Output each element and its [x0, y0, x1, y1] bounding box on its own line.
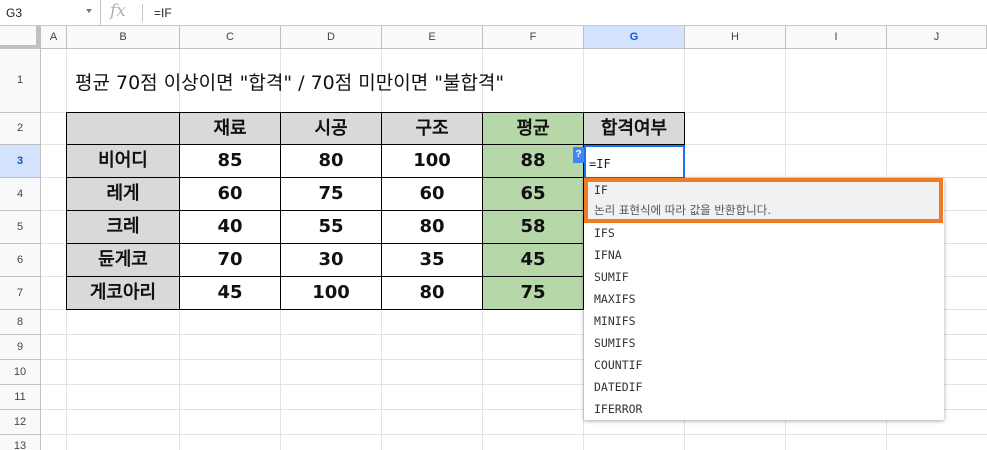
- table-cell-structure[interactable]: 60: [382, 178, 483, 211]
- freeze-row-handle[interactable]: [0, 45, 40, 48]
- autocomplete-item[interactable]: SUMIF: [594, 270, 629, 284]
- autocomplete-function-description: 논리 표현식에 따라 값을 반환합니다.: [594, 203, 771, 217]
- gridline: [41, 434, 987, 435]
- table-cell-structure[interactable]: 100: [382, 145, 483, 178]
- table-cell-material[interactable]: 85: [180, 145, 281, 178]
- column-header-g[interactable]: G: [584, 26, 685, 49]
- table-cell-construction[interactable]: 30: [281, 244, 382, 277]
- row-header-12[interactable]: 12: [0, 410, 41, 435]
- table-cell-material[interactable]: 40: [180, 211, 281, 244]
- table-cell-average[interactable]: 75: [483, 277, 584, 310]
- table-header-empty[interactable]: [67, 113, 180, 145]
- fx-icon: fx: [110, 1, 126, 21]
- autocomplete-item[interactable]: DATEDIF: [594, 380, 642, 394]
- column-header-h[interactable]: H: [685, 26, 786, 49]
- column-header-d[interactable]: D: [281, 26, 382, 49]
- table-cell-material[interactable]: 60: [180, 178, 281, 211]
- row-header-11[interactable]: 11: [0, 385, 41, 410]
- row-header-2[interactable]: 2: [0, 113, 41, 145]
- table-cell-average[interactable]: 58: [483, 211, 584, 244]
- formula-autocomplete-dropdown: IF 논리 표현식에 따라 값을 반환합니다. IFS IFNA SUMIF M…: [584, 178, 944, 420]
- table-cell-average[interactable]: 65: [483, 178, 584, 211]
- table-header-structure[interactable]: 구조: [382, 113, 483, 145]
- table-cell-material[interactable]: 70: [180, 244, 281, 277]
- row-header-7[interactable]: 7: [0, 277, 41, 310]
- autocomplete-item[interactable]: COUNTIF: [594, 358, 642, 372]
- select-all-corner[interactable]: [0, 26, 41, 49]
- column-header-b[interactable]: B: [67, 26, 180, 49]
- chevron-down-icon[interactable]: [86, 9, 92, 13]
- row-header-3[interactable]: 3: [0, 145, 41, 178]
- table-header-average[interactable]: 평균: [483, 113, 584, 145]
- table-header-pass-status[interactable]: 합격여부: [584, 113, 685, 145]
- row-header-6[interactable]: 6: [0, 244, 41, 277]
- table-row-name[interactable]: 크레: [67, 211, 180, 244]
- row-header-5[interactable]: 5: [0, 211, 41, 244]
- column-header-i[interactable]: I: [786, 26, 887, 49]
- autocomplete-function-name: IF: [594, 183, 608, 197]
- sheet-title[interactable]: 평균 70점 이상이면 "합격" / 70점 미만이면 "불합격": [75, 68, 504, 95]
- active-cell-text: =IF: [589, 157, 611, 171]
- table-cell-construction[interactable]: 75: [281, 178, 382, 211]
- autocomplete-item-highlighted[interactable]: IF 논리 표현식에 따라 값을 반환합니다.: [584, 178, 943, 223]
- row-header-8[interactable]: 8: [0, 310, 41, 335]
- name-box[interactable]: G3: [0, 0, 101, 26]
- autocomplete-item[interactable]: MINIFS: [594, 314, 636, 328]
- column-header-a[interactable]: A: [41, 26, 67, 49]
- formula-bar: G3 fx =IF: [0, 0, 987, 26]
- table-cell-structure[interactable]: 80: [382, 211, 483, 244]
- table-header-construction[interactable]: 시공: [281, 113, 382, 145]
- autocomplete-item[interactable]: MAXIFS: [594, 292, 636, 306]
- table-cell-average[interactable]: 45: [483, 244, 584, 277]
- table-row-name[interactable]: 게코아리: [67, 277, 180, 310]
- table-cell-structure[interactable]: 35: [382, 244, 483, 277]
- autocomplete-item[interactable]: SUMIFS: [594, 336, 636, 350]
- column-header-j[interactable]: J: [887, 26, 987, 49]
- column-header-f[interactable]: F: [483, 26, 584, 49]
- row-header-4[interactable]: 4: [0, 178, 41, 211]
- row-header-1[interactable]: 1: [0, 49, 41, 113]
- column-header-c[interactable]: C: [180, 26, 281, 49]
- active-cell-editor[interactable]: =IF: [584, 145, 685, 179]
- cell-reference: G3: [6, 6, 23, 20]
- table-row-name[interactable]: 레게: [67, 178, 180, 211]
- autocomplete-item[interactable]: IFNA: [594, 248, 622, 262]
- table-row-name[interactable]: 듄게코: [67, 244, 180, 277]
- row-header-9[interactable]: 9: [0, 335, 41, 360]
- formula-divider: [142, 4, 143, 22]
- table-cell-construction[interactable]: 55: [281, 211, 382, 244]
- table-header-material[interactable]: 재료: [180, 113, 281, 145]
- row-header-13[interactable]: 13: [0, 435, 41, 450]
- table-row-name[interactable]: 비어디: [67, 145, 180, 178]
- table-cell-structure[interactable]: 80: [382, 277, 483, 310]
- formula-help-icon[interactable]: ?: [573, 147, 584, 163]
- table-cell-construction[interactable]: 80: [281, 145, 382, 178]
- autocomplete-item[interactable]: IFS: [594, 226, 615, 240]
- table-cell-material[interactable]: 45: [180, 277, 281, 310]
- autocomplete-item[interactable]: IFERROR: [594, 402, 642, 416]
- row-header-10[interactable]: 10: [0, 360, 41, 385]
- table-cell-average[interactable]: 88: [483, 145, 584, 178]
- column-header-e[interactable]: E: [382, 26, 483, 49]
- table-cell-construction[interactable]: 100: [281, 277, 382, 310]
- formula-input[interactable]: =IF: [154, 6, 172, 20]
